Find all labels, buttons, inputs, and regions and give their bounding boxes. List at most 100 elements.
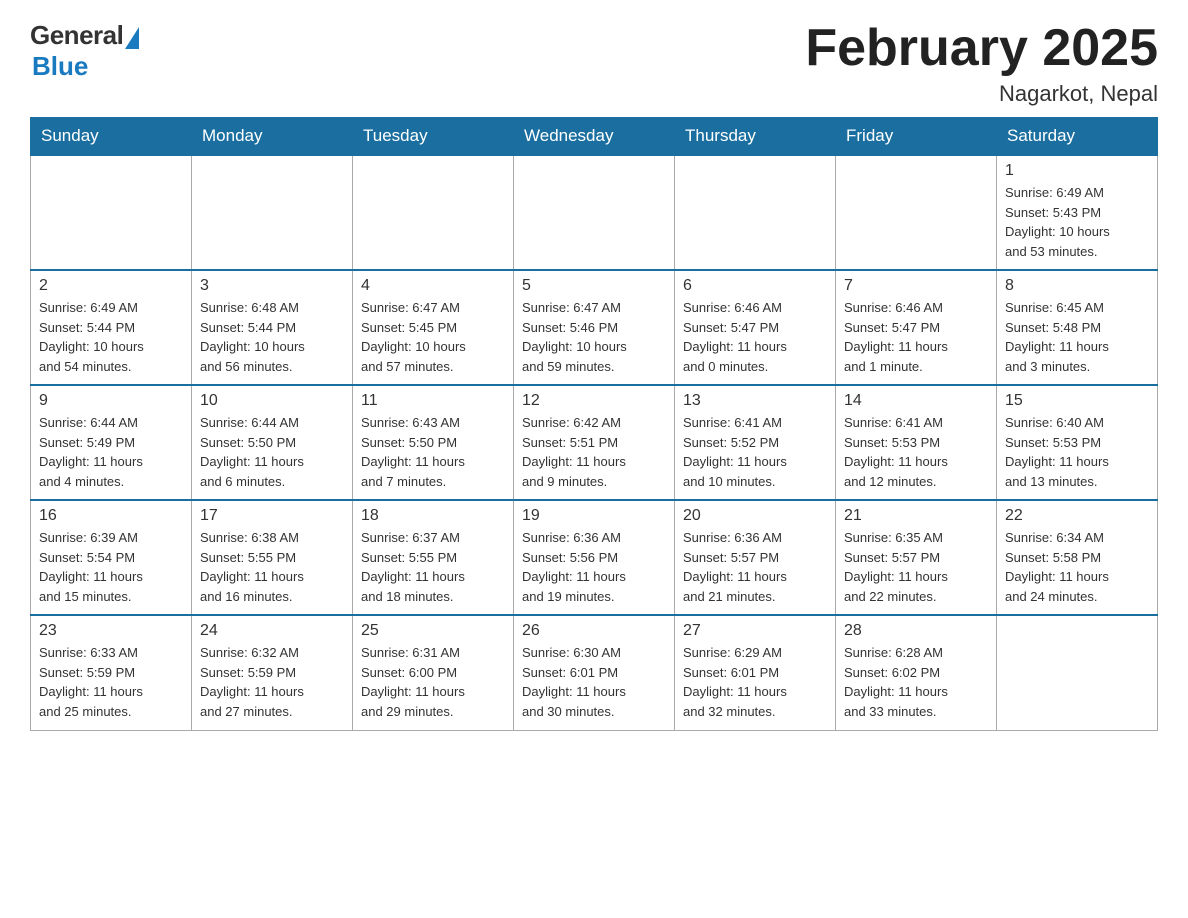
calendar-cell: 4 Sunrise: 6:47 AM Sunset: 5:45 PM Daylig… — [353, 270, 514, 385]
page-header: General Blue February 2025 Nagarkot, Nep… — [30, 20, 1158, 107]
calendar-cell: 13 Sunrise: 6:41 AM Sunset: 5:52 PM Dayli… — [675, 385, 836, 500]
calendar-cell: 7 Sunrise: 6:46 AM Sunset: 5:47 PM Daylig… — [836, 270, 997, 385]
day-info: Sunrise: 6:29 AM Sunset: 6:01 PM Dayligh… — [683, 643, 827, 721]
day-number: 20 — [683, 507, 827, 525]
day-info: Sunrise: 6:46 AM Sunset: 5:47 PM Dayligh… — [683, 298, 827, 376]
weekday-header-monday: Monday — [192, 118, 353, 156]
day-info: Sunrise: 6:36 AM Sunset: 5:57 PM Dayligh… — [683, 528, 827, 606]
day-info: Sunrise: 6:33 AM Sunset: 5:59 PM Dayligh… — [39, 643, 183, 721]
day-number: 12 — [522, 392, 666, 410]
day-info: Sunrise: 6:38 AM Sunset: 5:55 PM Dayligh… — [200, 528, 344, 606]
calendar-cell: 17 Sunrise: 6:38 AM Sunset: 5:55 PM Dayli… — [192, 500, 353, 615]
day-info: Sunrise: 6:44 AM Sunset: 5:49 PM Dayligh… — [39, 413, 183, 491]
day-number: 2 — [39, 277, 183, 295]
calendar-cell: 6 Sunrise: 6:46 AM Sunset: 5:47 PM Daylig… — [675, 270, 836, 385]
day-info: Sunrise: 6:37 AM Sunset: 5:55 PM Dayligh… — [361, 528, 505, 606]
calendar-table: SundayMondayTuesdayWednesdayThursdayFrid… — [30, 117, 1158, 731]
day-info: Sunrise: 6:46 AM Sunset: 5:47 PM Dayligh… — [844, 298, 988, 376]
day-info: Sunrise: 6:40 AM Sunset: 5:53 PM Dayligh… — [1005, 413, 1149, 491]
weekday-header-row: SundayMondayTuesdayWednesdayThursdayFrid… — [31, 118, 1158, 156]
week-row-3: 9 Sunrise: 6:44 AM Sunset: 5:49 PM Daylig… — [31, 385, 1158, 500]
day-number: 7 — [844, 277, 988, 295]
day-info: Sunrise: 6:28 AM Sunset: 6:02 PM Dayligh… — [844, 643, 988, 721]
day-number: 27 — [683, 622, 827, 640]
day-info: Sunrise: 6:47 AM Sunset: 5:45 PM Dayligh… — [361, 298, 505, 376]
day-info: Sunrise: 6:49 AM Sunset: 5:44 PM Dayligh… — [39, 298, 183, 376]
day-info: Sunrise: 6:35 AM Sunset: 5:57 PM Dayligh… — [844, 528, 988, 606]
day-number: 8 — [1005, 277, 1149, 295]
day-number: 16 — [39, 507, 183, 525]
day-number: 19 — [522, 507, 666, 525]
day-number: 13 — [683, 392, 827, 410]
day-info: Sunrise: 6:36 AM Sunset: 5:56 PM Dayligh… — [522, 528, 666, 606]
calendar-cell: 16 Sunrise: 6:39 AM Sunset: 5:54 PM Dayli… — [31, 500, 192, 615]
calendar-cell — [836, 155, 997, 270]
day-number: 9 — [39, 392, 183, 410]
title-area: February 2025 Nagarkot, Nepal — [805, 20, 1158, 107]
calendar-cell: 10Sunrise: 6:44 AM Sunset: 5:50 PM Dayli… — [192, 385, 353, 500]
calendar-cell: 1Sunrise: 6:49 AM Sunset: 5:43 PM Daylig… — [997, 155, 1158, 270]
calendar-cell: 21Sunrise: 6:35 AM Sunset: 5:57 PM Dayli… — [836, 500, 997, 615]
day-number: 22 — [1005, 507, 1149, 525]
weekday-header-wednesday: Wednesday — [514, 118, 675, 156]
calendar-cell — [192, 155, 353, 270]
weekday-header-tuesday: Tuesday — [353, 118, 514, 156]
day-number: 1 — [1005, 162, 1149, 180]
day-number: 3 — [200, 277, 344, 295]
calendar-cell: 12 Sunrise: 6:42 AM Sunset: 5:51 PM Dayli… — [514, 385, 675, 500]
day-info: Sunrise: 6:39 AM Sunset: 5:54 PM Dayligh… — [39, 528, 183, 606]
calendar-cell: 11 Sunrise: 6:43 AM Sunset: 5:50 PM Dayli… — [353, 385, 514, 500]
calendar-cell: 5 Sunrise: 6:47 AM Sunset: 5:46 PM Daylig… — [514, 270, 675, 385]
day-info: Sunrise: 6:41 AM Sunset: 5:52 PM Dayligh… — [683, 413, 827, 491]
calendar-cell: 23Sunrise: 6:33 AM Sunset: 5:59 PM Dayli… — [31, 615, 192, 730]
calendar-cell: 15 Sunrise: 6:40 AM Sunset: 5:53 PM Dayli… — [997, 385, 1158, 500]
calendar-cell: 26 Sunrise: 6:30 AM Sunset: 6:01 PM Dayli… — [514, 615, 675, 730]
day-number: 18 — [361, 507, 505, 525]
day-number: 25 — [361, 622, 505, 640]
calendar-cell — [353, 155, 514, 270]
weekday-header-friday: Friday — [836, 118, 997, 156]
logo-triangle-icon — [125, 27, 139, 49]
calendar-cell: 25Sunrise: 6:31 AM Sunset: 6:00 PM Dayli… — [353, 615, 514, 730]
day-number: 17 — [200, 507, 344, 525]
day-number: 28 — [844, 622, 988, 640]
week-row-1: 1Sunrise: 6:49 AM Sunset: 5:43 PM Daylig… — [31, 155, 1158, 270]
logo: General Blue — [30, 20, 139, 82]
day-number: 14 — [844, 392, 988, 410]
day-info: Sunrise: 6:30 AM Sunset: 6:01 PM Dayligh… — [522, 643, 666, 721]
day-info: Sunrise: 6:45 AM Sunset: 5:48 PM Dayligh… — [1005, 298, 1149, 376]
calendar-cell — [514, 155, 675, 270]
calendar-cell — [675, 155, 836, 270]
day-info: Sunrise: 6:43 AM Sunset: 5:50 PM Dayligh… — [361, 413, 505, 491]
week-row-4: 16 Sunrise: 6:39 AM Sunset: 5:54 PM Dayli… — [31, 500, 1158, 615]
day-number: 4 — [361, 277, 505, 295]
day-number: 26 — [522, 622, 666, 640]
calendar-cell: 27 Sunrise: 6:29 AM Sunset: 6:01 PM Dayli… — [675, 615, 836, 730]
calendar-cell: 14 Sunrise: 6:41 AM Sunset: 5:53 PM Dayli… — [836, 385, 997, 500]
calendar-cell: 22 Sunrise: 6:34 AM Sunset: 5:58 PM Dayli… — [997, 500, 1158, 615]
week-row-2: 2 Sunrise: 6:49 AM Sunset: 5:44 PM Daylig… — [31, 270, 1158, 385]
day-number: 15 — [1005, 392, 1149, 410]
calendar-cell: 2 Sunrise: 6:49 AM Sunset: 5:44 PM Daylig… — [31, 270, 192, 385]
weekday-header-sunday: Sunday — [31, 118, 192, 156]
calendar-cell: 9 Sunrise: 6:44 AM Sunset: 5:49 PM Daylig… — [31, 385, 192, 500]
logo-general-text: General — [30, 20, 123, 51]
calendar-cell — [997, 615, 1158, 730]
calendar-title: February 2025 — [805, 20, 1158, 77]
calendar-cell — [31, 155, 192, 270]
day-info: Sunrise: 6:47 AM Sunset: 5:46 PM Dayligh… — [522, 298, 666, 376]
day-number: 11 — [361, 392, 505, 410]
calendar-cell: 28 Sunrise: 6:28 AM Sunset: 6:02 PM Dayli… — [836, 615, 997, 730]
calendar-cell: 20 Sunrise: 6:36 AM Sunset: 5:57 PM Dayli… — [675, 500, 836, 615]
calendar-cell: 8 Sunrise: 6:45 AM Sunset: 5:48 PM Daylig… — [997, 270, 1158, 385]
day-info: Sunrise: 6:34 AM Sunset: 5:58 PM Dayligh… — [1005, 528, 1149, 606]
weekday-header-saturday: Saturday — [997, 118, 1158, 156]
day-number: 10 — [200, 392, 344, 410]
day-number: 6 — [683, 277, 827, 295]
day-number: 24 — [200, 622, 344, 640]
day-info: Sunrise: 6:48 AM Sunset: 5:44 PM Dayligh… — [200, 298, 344, 376]
day-info: Sunrise: 6:42 AM Sunset: 5:51 PM Dayligh… — [522, 413, 666, 491]
day-number: 5 — [522, 277, 666, 295]
week-row-5: 23Sunrise: 6:33 AM Sunset: 5:59 PM Dayli… — [31, 615, 1158, 730]
day-info: Sunrise: 6:41 AM Sunset: 5:53 PM Dayligh… — [844, 413, 988, 491]
